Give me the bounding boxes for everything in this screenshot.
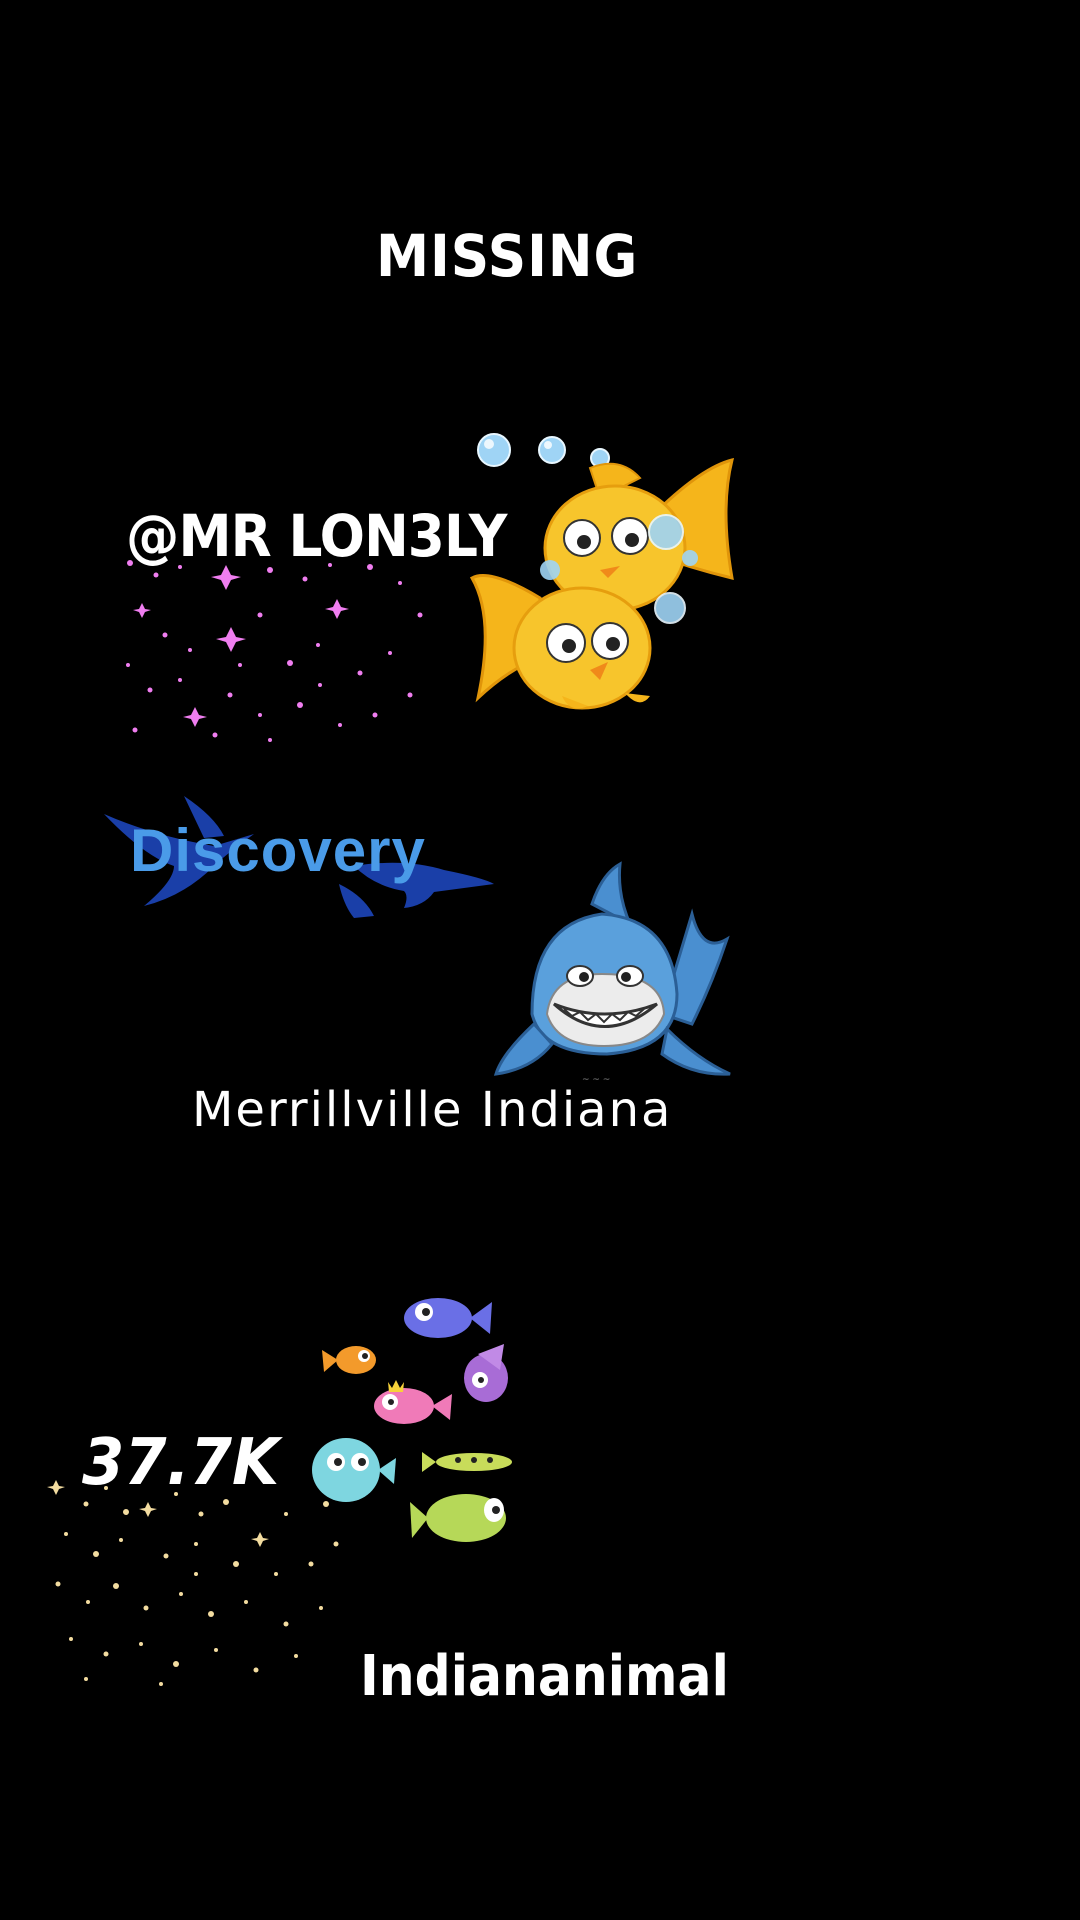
cartoon-shark-icon: ~ ~ ~ (493, 861, 731, 1085)
goldfish-emoji-icon (469, 457, 735, 710)
discovery-logo: Discovery (130, 817, 426, 884)
pink-sparkles-icon (126, 560, 423, 742)
title-missing: MISSING (376, 222, 639, 290)
location-text: Merrillville Indiana (192, 1082, 673, 1138)
name-text: Indiananimal (360, 1644, 729, 1709)
gold-sparkles-icon (47, 1480, 339, 1686)
